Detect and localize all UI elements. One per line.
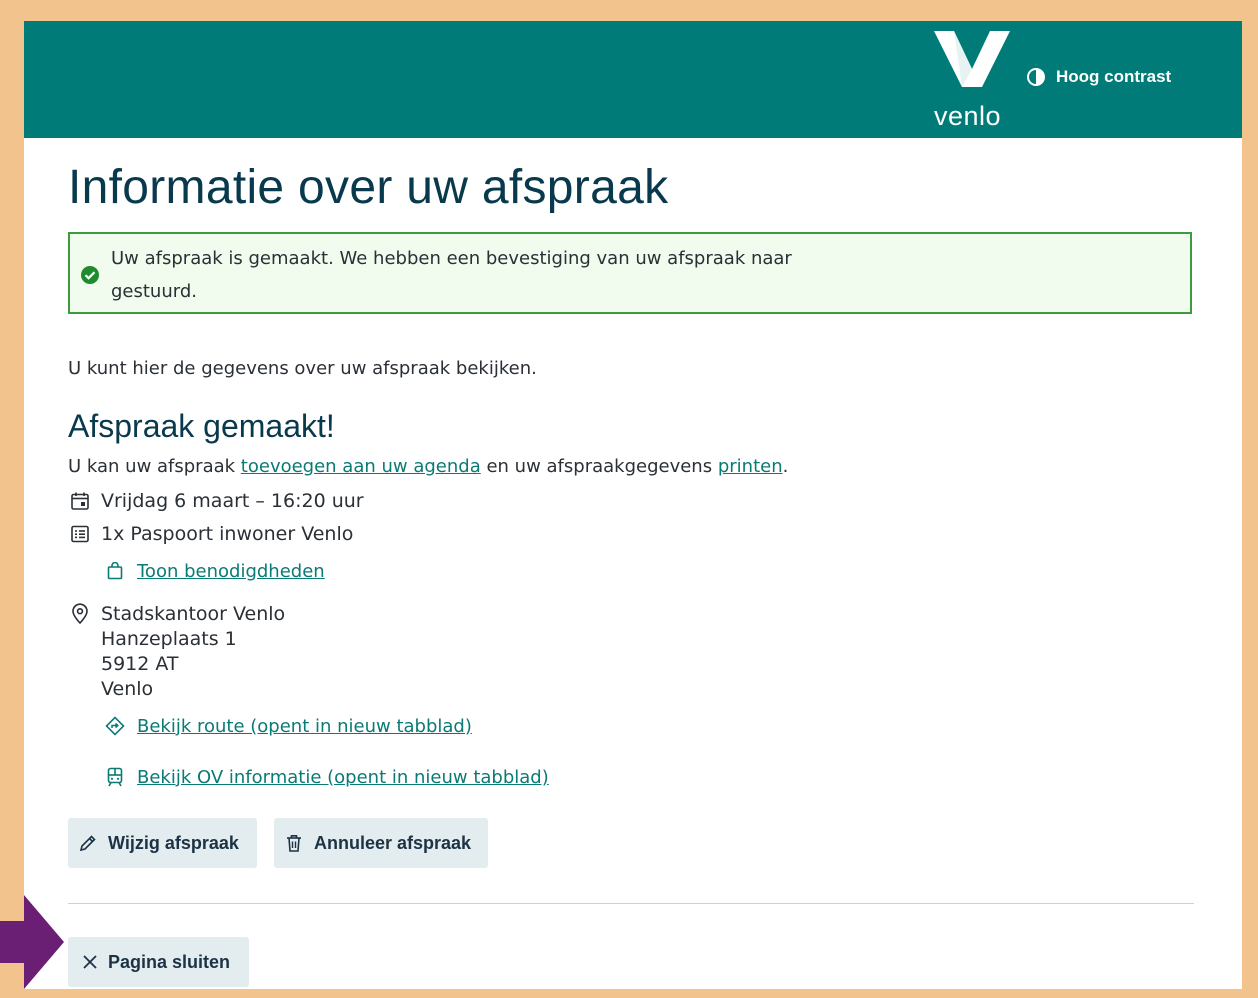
close-page-button[interactable]: Pagina sluiten bbox=[68, 937, 249, 987]
requirements-link-row[interactable]: Toon benodigdheden bbox=[104, 560, 325, 582]
cancel-appointment-button[interactable]: Annuleer afspraak bbox=[274, 818, 488, 868]
ov-link-row[interactable]: Bekijk OV informatie (opent in nieuw tab… bbox=[104, 766, 549, 788]
site-header: venlo Hoog contrast bbox=[24, 21, 1242, 138]
venlo-logo-mark bbox=[934, 31, 1010, 87]
edit-appointment-button[interactable]: Wijzig afspraak bbox=[68, 818, 257, 868]
appointment-date: Vrijdag 6 maart – 16:20 uur bbox=[68, 489, 364, 513]
page-title: Informatie over uw afspraak bbox=[68, 161, 669, 214]
add-to-calendar-link[interactable]: toevoegen aan uw agenda bbox=[241, 456, 481, 477]
close-icon bbox=[83, 955, 97, 969]
logo-text: venlo bbox=[934, 101, 1002, 131]
divider bbox=[68, 903, 1194, 904]
options-middle: en uw afspraakgegevens bbox=[480, 456, 718, 477]
section-title: Afspraak gemaakt! bbox=[68, 408, 335, 444]
location-pin-icon bbox=[68, 602, 92, 626]
location-address: Stadskantoor Venlo Hanzeplaats 1 5912 AT… bbox=[101, 602, 285, 702]
page-frame: venlo Hoog contrast Informatie over uw a… bbox=[24, 21, 1242, 989]
requirements-link[interactable]: Toon benodigdheden bbox=[137, 561, 325, 582]
location-city: Venlo bbox=[101, 678, 154, 700]
high-contrast-label: Hoog contrast bbox=[1056, 67, 1172, 86]
location-name: Stadskantoor Venlo bbox=[101, 603, 286, 625]
location-street: Hanzeplaats 1 bbox=[101, 628, 237, 650]
route-link[interactable]: Bekijk route (opent in nieuw tabblad) bbox=[137, 716, 472, 737]
calendar-icon bbox=[68, 489, 92, 513]
list-icon bbox=[68, 522, 92, 546]
check-circle-icon bbox=[81, 266, 99, 284]
shopping-bag-icon bbox=[104, 560, 126, 582]
train-icon bbox=[104, 766, 126, 788]
intro-text: U kunt hier de gegevens over uw afspraak… bbox=[68, 358, 537, 379]
alert-text-continued: gestuurd. bbox=[111, 281, 197, 302]
cancel-appointment-label: Annuleer afspraak bbox=[314, 832, 472, 853]
edit-appointment-label: Wijzig afspraak bbox=[108, 832, 239, 853]
venlo-logo[interactable]: venlo bbox=[932, 29, 1012, 133]
trash-icon bbox=[287, 835, 301, 852]
half-circle-icon bbox=[1027, 68, 1045, 86]
alert-message: Uw afspraak is gemaakt. We hebben een be… bbox=[111, 242, 881, 308]
print-link[interactable]: printen bbox=[718, 456, 783, 477]
options-suffix: . bbox=[782, 456, 789, 477]
directions-icon bbox=[104, 715, 126, 737]
success-alert: Uw afspraak is gemaakt. We hebben een be… bbox=[68, 232, 1192, 314]
appointment-date-text: Vrijdag 6 maart – 16:20 uur bbox=[101, 490, 364, 512]
appointment-product-text: 1x Paspoort inwoner Venlo bbox=[101, 523, 354, 545]
location-row bbox=[68, 602, 101, 626]
appointment-product: 1x Paspoort inwoner Venlo bbox=[68, 522, 353, 546]
route-link-row[interactable]: Bekijk route (opent in nieuw tabblad) bbox=[104, 715, 472, 737]
high-contrast-toggle[interactable]: Hoog contrast bbox=[1026, 65, 1171, 89]
options-sentence: U kan uw afspraak toevoegen aan uw agend… bbox=[68, 456, 788, 477]
pointer-arrow-icon bbox=[0, 895, 64, 989]
alert-text: Uw afspraak is gemaakt. We hebben een be… bbox=[111, 248, 792, 269]
ov-info-link[interactable]: Bekijk OV informatie (opent in nieuw tab… bbox=[137, 767, 549, 788]
close-page-label: Pagina sluiten bbox=[108, 951, 231, 972]
options-prefix: U kan uw afspraak bbox=[68, 456, 241, 477]
location-postcode: 5912 AT bbox=[101, 653, 179, 675]
pencil-icon bbox=[79, 835, 96, 852]
